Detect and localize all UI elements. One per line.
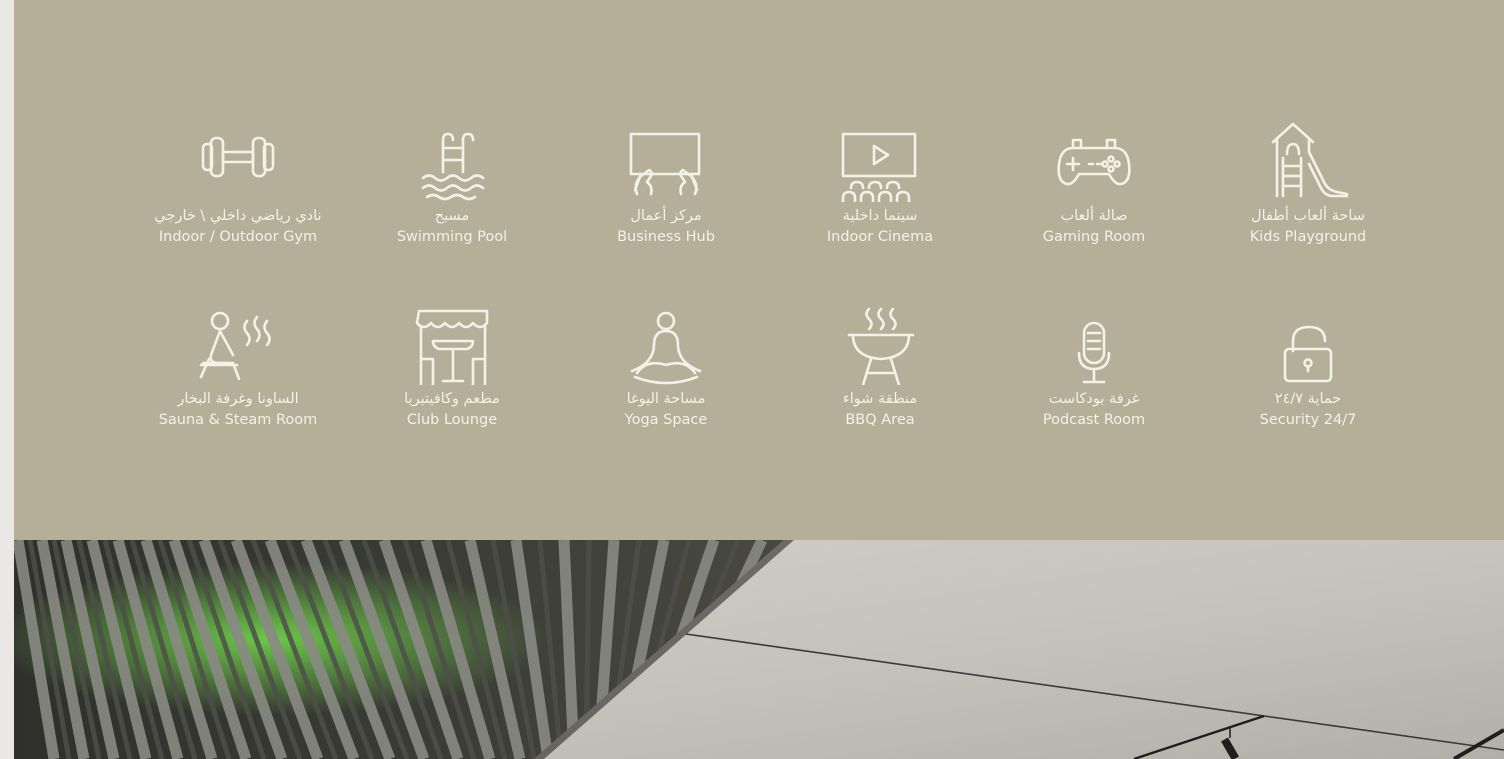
gamepad-icon (1049, 118, 1139, 202)
amenity-label-ar: نادي رياضي داخلي \ خارجي (154, 208, 322, 224)
amenity-label-ar: مسبح (434, 208, 470, 224)
sauna-icon (193, 301, 283, 385)
amenity-label-en: Kids Playground (1249, 229, 1367, 245)
amenity-label-en: BBQ Area (845, 412, 915, 428)
amenity-label-en: Indoor Cinema (826, 229, 934, 245)
amenity-label-ar: منطقة شواء (842, 391, 918, 407)
amenity-label-en: Podcast Room (1042, 412, 1146, 428)
amenity-label-ar: صالة ألعاب (1060, 208, 1128, 224)
amenity-lounge: مطعم وكافيتيريا Club Lounge (345, 301, 559, 430)
amenity-label-en: Indoor / Outdoor Gym (158, 229, 318, 245)
amenity-label-ar: الساونا وغرفة البخار (177, 391, 299, 407)
amenities-panel: نادي رياضي داخلي \ خارجي Indoor / Outdoo… (14, 0, 1504, 540)
amenity-label-ar: غرفة بودكاست (1048, 391, 1140, 407)
amenity-label-ar: ساحة ألعاب أطفال (1251, 208, 1365, 224)
bbq-grill-icon (835, 301, 925, 387)
amenity-label-en: Yoga Space (624, 412, 708, 428)
amenity-pool: مسبح Swimming Pool (345, 118, 559, 247)
pool-ladder-icon (407, 118, 497, 202)
amenity-label-en: Swimming Pool (396, 229, 508, 245)
amenity-label-en: Gaming Room (1042, 229, 1146, 245)
amenity-label-en: Security 24/7 (1259, 412, 1357, 428)
amenity-gym: نادي رياضي داخلي \ خارجي Indoor / Outdoo… (131, 118, 345, 247)
amenity-label-en: Business Hub (617, 229, 715, 245)
amenity-podcast: غرفة بودكاست Podcast Room (987, 301, 1201, 430)
amenity-playground: ساحة ألعاب أطفال Kids Playground (1201, 118, 1415, 247)
interior-ceiling-photo (14, 540, 1504, 759)
amenity-label-ar: حماية ٢٤/٧ (1274, 391, 1342, 407)
laptop-hands-icon (621, 118, 711, 202)
amenity-yoga: مساحة اليوغا Yoga Space (559, 301, 773, 430)
amenity-security: حماية ٢٤/٧ Security 24/7 (1201, 301, 1415, 430)
amenity-bbq: منطقة شواء BBQ Area (773, 301, 987, 430)
amenity-cinema: سينما داخلية Indoor Cinema (773, 118, 987, 247)
amenity-label-ar: مساحة اليوغا (626, 391, 706, 407)
microphone-icon (1049, 301, 1139, 385)
page-margin-strip (0, 0, 14, 759)
dumbbell-icon (193, 118, 283, 202)
cinema-icon (835, 118, 925, 204)
unlocked-padlock-icon (1263, 301, 1353, 385)
amenity-label-ar: مركز أعمال (630, 208, 702, 224)
amenity-label-en: Club Lounge (406, 412, 498, 428)
amenity-gaming: صالة ألعاب Gaming Room (987, 118, 1201, 247)
amenity-label-ar: مطعم وكافيتيريا (404, 391, 500, 407)
playground-slide-icon (1263, 118, 1353, 202)
amenity-label-en: Sauna & Steam Room (158, 412, 318, 428)
amenity-business: مركز أعمال Business Hub (559, 118, 773, 247)
amenity-sauna: الساونا وغرفة البخار Sauna & Steam Room (131, 301, 345, 430)
amenity-label-ar: سينما داخلية (842, 208, 918, 224)
cafe-awning-icon (407, 301, 497, 387)
yoga-icon (621, 301, 711, 385)
brochure-page: نادي رياضي داخلي \ خارجي Indoor / Outdoo… (0, 0, 1504, 759)
